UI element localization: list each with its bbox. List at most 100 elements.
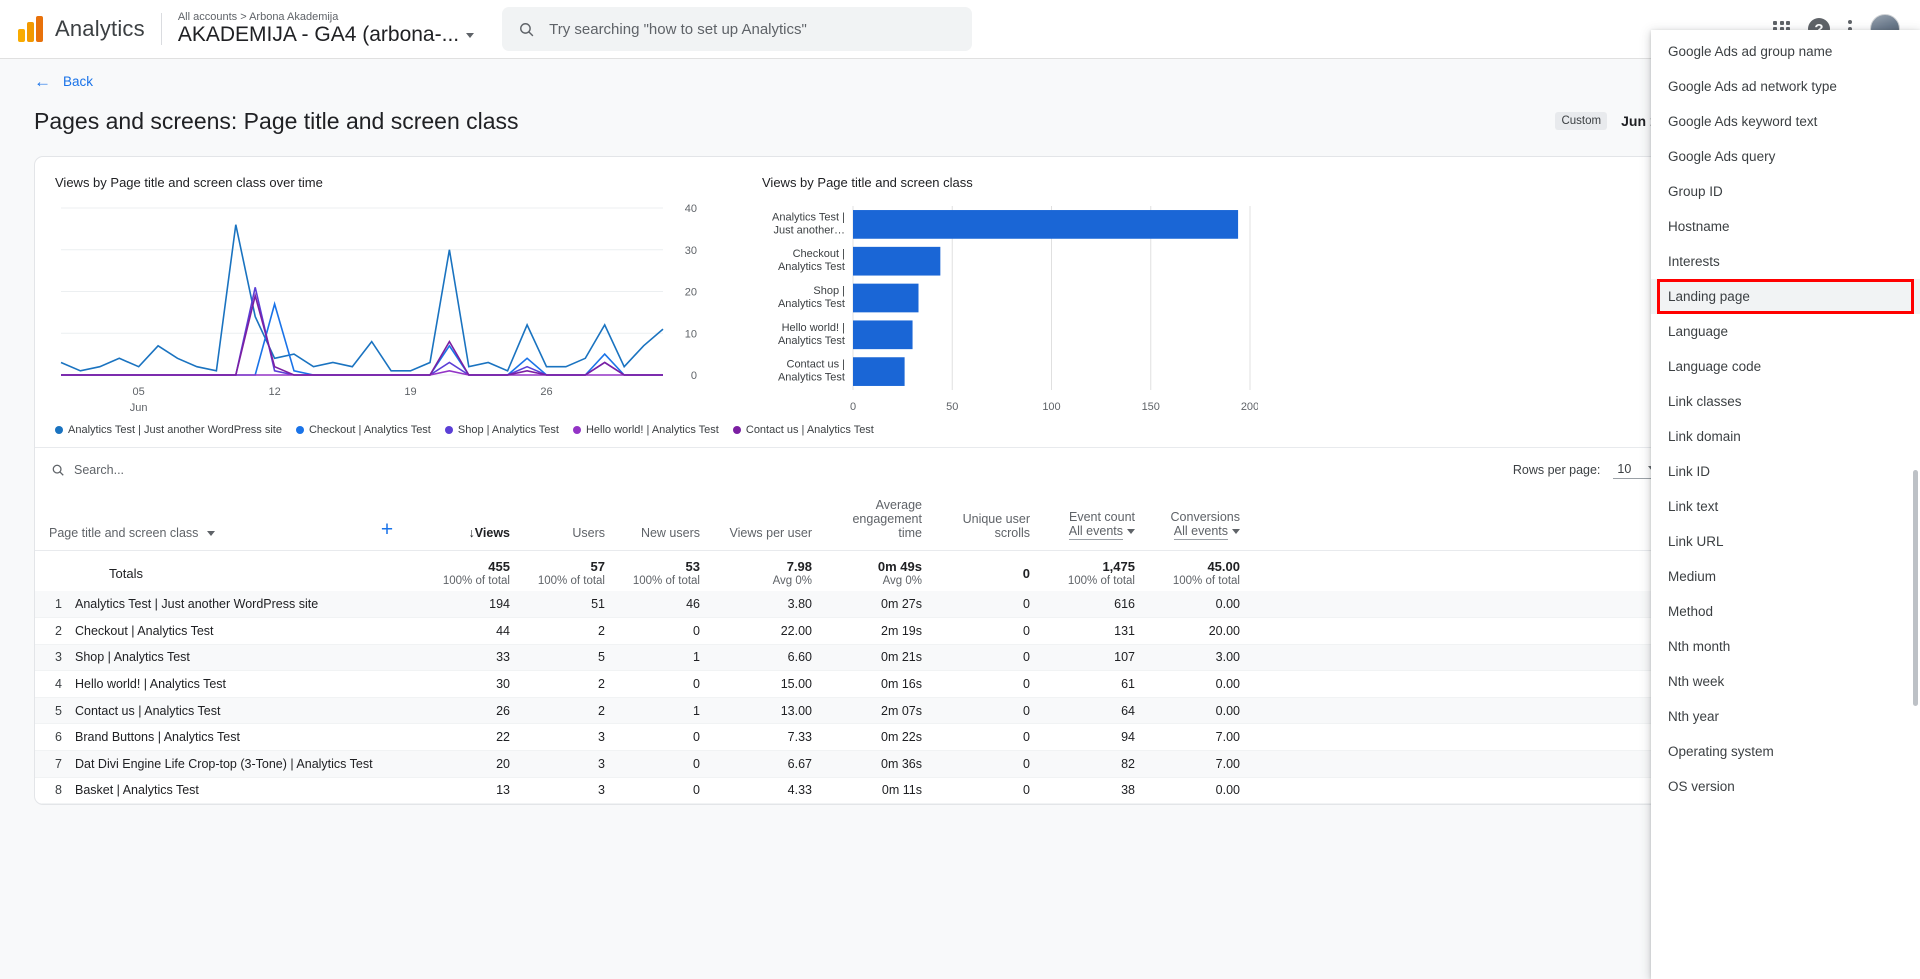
breadcrumb: All accounts > Arbona Akademija <box>177 10 339 23</box>
row-dimension[interactable]: Basket | Analytics Test <box>75 777 425 805</box>
dropdown-item-label: Landing page <box>1668 289 1750 304</box>
table-row[interactable]: 2 Checkout | Analytics Test 44 2 0 22.00 2m 19… <box>35 617 1885 645</box>
dropdown-item-hostname[interactable]: Hostname <box>1651 209 1920 244</box>
dropdown-item-label: Nth month <box>1668 639 1731 654</box>
legend-dot-icon <box>572 426 581 434</box>
dropdown-item-operating-system[interactable]: Operating system <box>1651 734 1920 769</box>
row-dimension[interactable]: Contact us | Analytics Test <box>75 697 425 725</box>
dropdown-item-os-version[interactable]: OS version <box>1651 769 1920 804</box>
legend-item[interactable]: Hello world! | Analytics Test <box>572 424 719 436</box>
row-cell: 0 <box>619 617 714 645</box>
table-row[interactable]: 8 Basket | Analytics Test 13 3 0 4.33 0m 11s 0 3… <box>35 777 1885 805</box>
col-conversions[interactable]: Conversions All events <box>1149 490 1254 551</box>
conversions-filter[interactable]: All events <box>1173 524 1228 540</box>
line-chart[interactable]: 0 10 20 30 40 05 Jun 12 19 26 <box>51 200 726 414</box>
dropdown-item-link-text[interactable]: Link text <box>1651 489 1920 524</box>
col-new-users[interactable]: New users <box>619 490 714 551</box>
dropdown-item-method[interactable]: Method <box>1651 594 1920 629</box>
dropdown-item-language-code[interactable]: Language code <box>1651 349 1920 384</box>
dropdown-item-google-ads-keyword-text[interactable]: Google Ads keyword text <box>1651 104 1920 139</box>
svg-text:200: 200 <box>1241 401 1258 413</box>
legend-item[interactable]: Shop | Analytics Test <box>444 424 559 436</box>
dropdown-item-nth-week[interactable]: Nth week <box>1651 664 1920 699</box>
table-row[interactable]: 5 Contact us | Analytics Test 26 2 1 13.00 2m … <box>35 697 1885 725</box>
table-search[interactable]: Search... <box>51 463 124 477</box>
col-unique-scrolls-label: Unique user <box>962 512 1030 526</box>
dropdown-item-link-id[interactable]: Link ID <box>1651 454 1920 489</box>
row-dimension[interactable]: Shop | Analytics Test <box>75 644 425 672</box>
row-cell: 2 <box>524 617 619 645</box>
legend-item[interactable]: Checkout | Analytics Test <box>295 424 431 436</box>
dropdown-item-link-classes[interactable]: Link classes <box>1651 384 1920 419</box>
add-dimension-button[interactable]: + <box>363 490 425 551</box>
account-selector[interactable]: All accounts > Arbona Akademija AKADEMIJ… <box>177 10 475 48</box>
back-button[interactable]: ← Back <box>34 73 1886 90</box>
table-row[interactable]: 7 Dat Divi Engine Life Crop-top (3-Tone) … <box>35 750 1885 778</box>
dropdown-item-google-ads-ad-group-name[interactable]: Google Ads ad group name <box>1651 34 1920 69</box>
dropdown-item-label: Language <box>1668 324 1729 339</box>
dropdown-item-label: Method <box>1668 604 1714 619</box>
table-row[interactable]: 1 Analytics Test | Just another WordPress… <box>35 591 1885 619</box>
totals-row: Totals 455 100% of total 57 100% of total 53 1… <box>35 550 1885 591</box>
row-index: 2 <box>35 617 75 645</box>
col-users[interactable]: Users <box>524 490 619 551</box>
row-cell: 3.00 <box>1149 644 1254 672</box>
col-event-count-label: Event count <box>1068 510 1135 524</box>
col-event-count[interactable]: Event count All events <box>1044 490 1149 551</box>
row-cell: 20 <box>425 750 524 778</box>
chevron-down-icon <box>466 32 475 38</box>
dimension-dropdown[interactable]: Google Ads ad group name Google Ads ad ne… <box>1651 30 1920 979</box>
svg-text:19: 19 <box>404 386 416 398</box>
row-dimension[interactable]: Brand Buttons | Analytics Test <box>75 723 425 752</box>
row-index: 6 <box>35 723 75 752</box>
event-count-filter[interactable]: All events <box>1068 524 1123 540</box>
svg-text:Shop |: Shop | <box>813 285 845 297</box>
row-dimension[interactable]: Checkout | Analytics Test <box>75 617 425 645</box>
table-row[interactable]: 6 Brand Buttons | Analytics Test 22 3 0 7.33 0… <box>35 723 1885 752</box>
svg-text:Hello world! |: Hello world! | <box>782 322 845 334</box>
col-views[interactable]: ↓Views <box>425 490 524 551</box>
row-index: 5 <box>35 697 75 725</box>
totals-cell: 45.00 100% of total <box>1149 550 1254 591</box>
row-dimension[interactable]: Dat Divi Engine Life Crop-top (3-Tone) |… <box>75 750 425 778</box>
row-cell: 2m 19s <box>826 617 936 645</box>
row-dimension[interactable]: Analytics Test | Just another WordPress … <box>75 591 425 619</box>
report-card: Views by Page title and screen class ove… <box>34 156 1886 806</box>
col-avg-engagement-sub: engagement time <box>852 512 922 540</box>
dropdown-item-link-domain[interactable]: Link domain <box>1651 419 1920 454</box>
svg-text:Jun: Jun <box>130 402 148 412</box>
dropdown-item-landing-page[interactable]: Landing page <box>1651 279 1920 314</box>
dropdown-item-language[interactable]: Language <box>1651 314 1920 349</box>
row-cell: 0m 36s <box>826 750 936 778</box>
col-avg-engagement[interactable]: Average engagement time <box>826 490 936 551</box>
dropdown-item-label: Group ID <box>1668 184 1723 199</box>
dropdown-item-label: Link text <box>1668 499 1719 514</box>
col-unique-scrolls[interactable]: Unique user scrolls <box>936 490 1044 551</box>
main-content: Views by Page title and screen class ove… <box>0 156 1920 979</box>
dropdown-item-link-url[interactable]: Link URL <box>1651 524 1920 559</box>
dimension-header[interactable]: Page title and screen class <box>35 490 363 551</box>
dropdown-item-google-ads-query[interactable]: Google Ads query <box>1651 139 1920 174</box>
row-dimension[interactable]: Hello world! | Analytics Test <box>75 670 425 698</box>
table-row[interactable]: 4 Hello world! | Analytics Test 30 2 0 15.00 0… <box>35 670 1885 698</box>
dropdown-item-label: Link ID <box>1668 464 1711 479</box>
dropdown-item-nth-month[interactable]: Nth month <box>1651 629 1920 664</box>
row-cell: 3 <box>524 723 619 752</box>
dropdown-item-interests[interactable]: Interests <box>1651 244 1920 279</box>
dropdown-item-medium[interactable]: Medium <box>1651 559 1920 594</box>
dropdown-item-nth-year[interactable]: Nth year <box>1651 699 1920 734</box>
table-row[interactable]: 3 Shop | Analytics Test 33 5 1 6.60 0m 21s 0 107… <box>35 644 1885 672</box>
dropdown-item-google-ads-ad-network-type[interactable]: Google Ads ad network type <box>1651 69 1920 104</box>
dropdown-item-label: Nth week <box>1668 674 1725 689</box>
col-avg-engagement-label: Average <box>875 498 922 512</box>
svg-text:0: 0 <box>691 370 697 382</box>
row-cell: 7.00 <box>1149 750 1254 778</box>
totals-cell: 57 100% of total <box>524 550 619 591</box>
totals-cell: 7.98 Avg 0% <box>714 550 826 591</box>
global-search[interactable]: Try searching "how to set up Analytics" <box>502 7 973 51</box>
legend-item[interactable]: Analytics Test | Just another WordPress … <box>55 424 282 436</box>
dropdown-item-group-id[interactable]: Group ID <box>1651 174 1920 209</box>
col-views-per-user[interactable]: Views per user <box>714 490 826 551</box>
search-icon <box>52 464 64 476</box>
svg-text:Contact us |: Contact us | <box>787 359 846 371</box>
